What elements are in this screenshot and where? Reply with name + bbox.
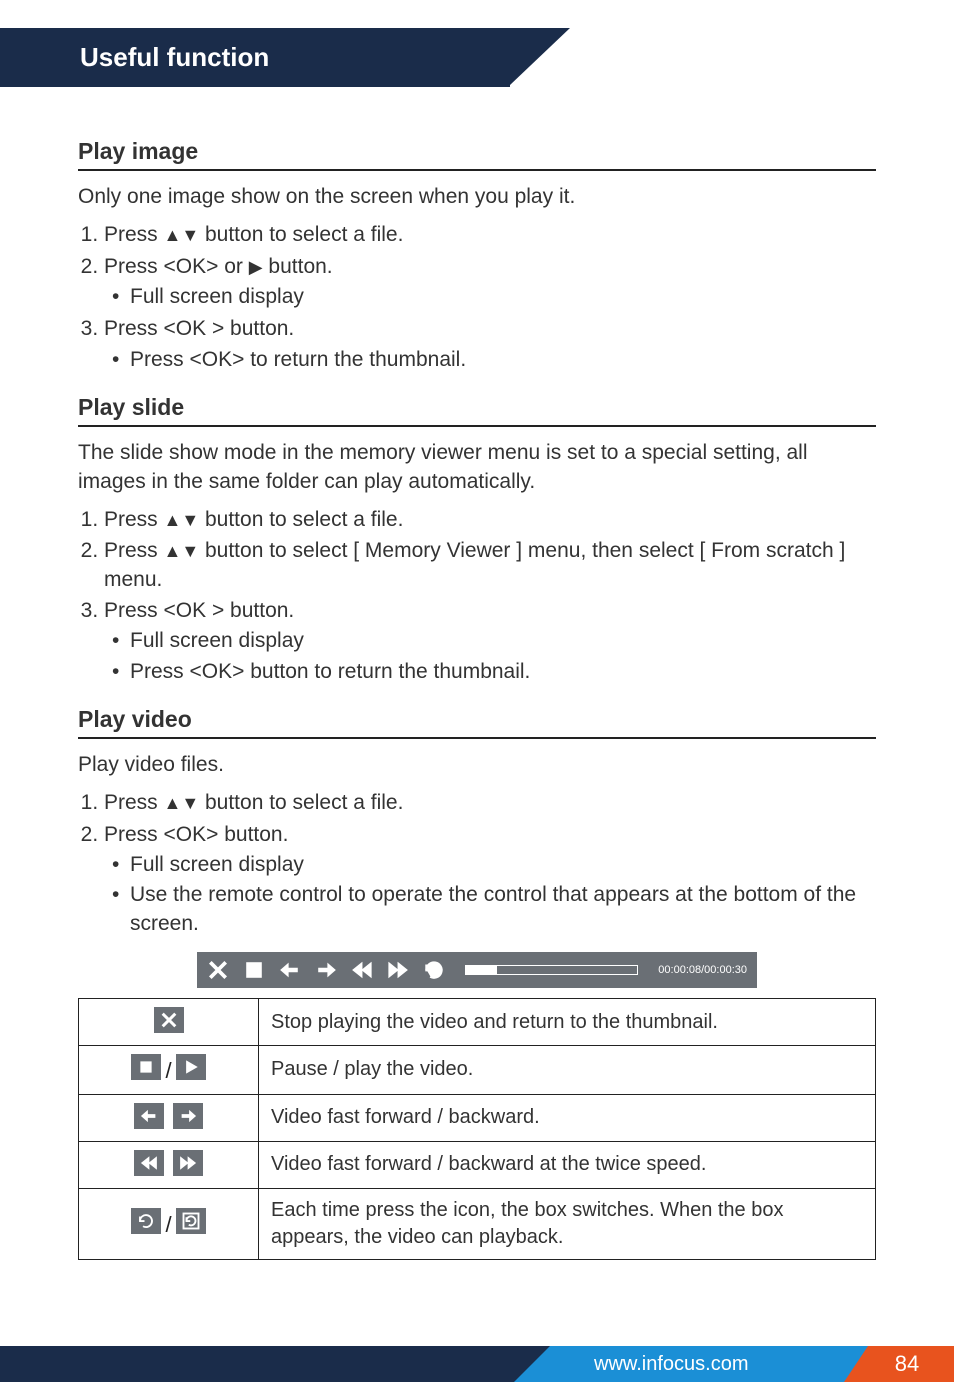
list-item: Full screen display (104, 851, 876, 879)
list-item: Press <OK> button. Full screen display U… (104, 821, 876, 938)
play-video-steps: Press ▲▼ button to select a file. Press … (78, 789, 876, 938)
stop-icon (131, 1054, 161, 1080)
desc-cell: Each time press the icon, the box switch… (259, 1188, 876, 1259)
list-item: Full screen display (104, 627, 876, 655)
play-image-desc: Only one image show on the screen when y… (78, 183, 876, 211)
video-player-bar: 00:00:08/00:00:30 (197, 952, 757, 988)
list-item: Press <OK> or ▶ button. Full screen disp… (104, 253, 876, 312)
step-text: Press <OK > button. (104, 317, 294, 340)
list-item: Press ▲▼ button to select a file. (104, 221, 876, 249)
list-item: Press ▲▼ button to select a file. (104, 506, 876, 534)
up-down-icon: ▲▼ (164, 510, 200, 530)
list-item: Press <OK> to return the thumbnail. (104, 346, 876, 374)
icon-description-table: Stop playing the video and return to the… (78, 998, 876, 1260)
loop-icon (131, 1208, 161, 1234)
section-title: Useful function (0, 28, 510, 87)
icon-cell (79, 1141, 259, 1188)
arrow-right-icon (173, 1103, 203, 1129)
up-down-icon: ▲▼ (164, 541, 200, 561)
step-text: Press (104, 223, 164, 246)
play-slide-heading: Play slide (78, 392, 876, 427)
right-icon: ▶ (249, 257, 263, 277)
icon-cell: / (79, 1046, 259, 1095)
table-row: Video fast forward / backward at the twi… (79, 1141, 876, 1188)
skip-back-icon (134, 1150, 164, 1176)
stop-icon (243, 959, 265, 981)
step-text: Press <OK> button. (104, 823, 288, 846)
list-item: Press ▲▼ button to select a file. (104, 789, 876, 817)
skip-forward-icon (387, 959, 409, 981)
table-row: / Pause / play the video. (79, 1046, 876, 1095)
arrow-left-icon (279, 959, 301, 981)
step-text: button to select a file. (199, 223, 403, 246)
list-item: Press ▲▼ button to select [ Memory Viewe… (104, 537, 876, 594)
step-text: button. (263, 255, 333, 278)
play-video-heading: Play video (78, 704, 876, 739)
page-footer: www.infocus.com 84 (0, 1346, 954, 1382)
desc-cell: Video fast forward / backward. (259, 1094, 876, 1141)
list-item: Press <OK > button. Full screen display … (104, 597, 876, 686)
play-video-desc: Play video files. (78, 751, 876, 779)
icon-cell (79, 999, 259, 1046)
step-text: Press (104, 539, 164, 562)
play-image-steps: Press ▲▼ button to select a file. Press … (78, 221, 876, 374)
step-text: button to select a file. (199, 791, 403, 814)
play-slide-desc: The slide show mode in the memory viewer… (78, 439, 876, 496)
step-text: button to select [ Memory Viewer ] menu,… (104, 539, 845, 590)
list-item: Press <OK > button. Press <OK> to return… (104, 315, 876, 374)
play-icon (176, 1054, 206, 1080)
play-image-heading: Play image (78, 136, 876, 171)
skip-back-icon (351, 959, 373, 981)
list-item: Full screen display (104, 283, 876, 311)
section-banner: Useful function (0, 28, 954, 88)
table-row: / Each time press the icon, the box swit… (79, 1188, 876, 1259)
step-text: Press (104, 791, 164, 814)
step-text: Press <OK > button. (104, 599, 294, 622)
progress-bar (465, 965, 638, 975)
close-icon (154, 1007, 184, 1033)
play-slide-steps: Press ▲▼ button to select a file. Press … (78, 506, 876, 686)
arrow-left-icon (134, 1103, 164, 1129)
arrow-right-icon (315, 959, 337, 981)
time-display: 00:00:08/00:00:30 (658, 963, 747, 978)
up-down-icon: ▲▼ (164, 225, 200, 245)
table-row: Video fast forward / backward. (79, 1094, 876, 1141)
loop-boxed-icon (176, 1208, 206, 1234)
desc-cell: Video fast forward / backward at the twi… (259, 1141, 876, 1188)
skip-forward-icon (173, 1150, 203, 1176)
desc-cell: Stop playing the video and return to the… (259, 999, 876, 1046)
up-down-icon: ▲▼ (164, 793, 200, 813)
table-row: Stop playing the video and return to the… (79, 999, 876, 1046)
step-text: Press <OK> or (104, 255, 249, 278)
desc-cell: Pause / play the video. (259, 1046, 876, 1095)
step-text: Press (104, 508, 164, 531)
list-item: Press <OK> button to return the thumbnai… (104, 658, 876, 686)
loop-icon (423, 959, 445, 981)
icon-cell (79, 1094, 259, 1141)
icon-cell: / (79, 1188, 259, 1259)
step-text: button to select a file. (199, 508, 403, 531)
close-icon (207, 959, 229, 981)
list-item: Use the remote control to operate the co… (104, 881, 876, 938)
